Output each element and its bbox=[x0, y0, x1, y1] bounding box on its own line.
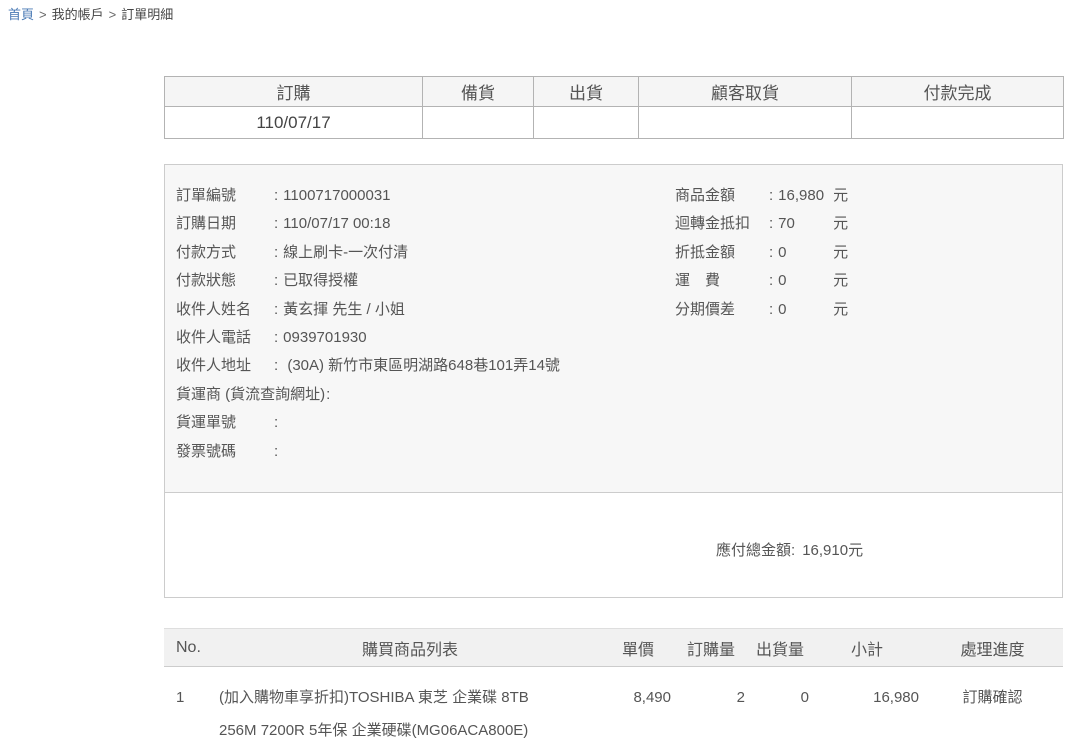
goods-amount-value: 16,980 bbox=[778, 182, 833, 210]
payment-status-row: 付款狀態:已取得授權 bbox=[176, 267, 675, 295]
product-subtotal: 16,980 bbox=[812, 667, 922, 742]
status-shipped-date bbox=[534, 107, 639, 139]
breadcrumb: 首頁 > 我的帳戶 > 訂單明細 bbox=[0, 0, 1075, 23]
shipping-fee-value: 0 bbox=[778, 267, 833, 295]
column-header-subtotal: 小計 bbox=[812, 629, 922, 667]
order-number-row: 訂單編號:1100717000031 bbox=[176, 182, 675, 210]
product-table-header-row: No. 購買商品列表 單價 訂購量 出貨量 小計 處理進度 bbox=[164, 629, 1063, 667]
recipient-address-value: (30A) 新竹市東區明湖路648巷101弄14號 bbox=[283, 357, 560, 374]
product-table: No. 購買商品列表 單價 訂購量 出貨量 小計 處理進度 1 (加入購物車享折… bbox=[164, 628, 1063, 742]
field-label: 收件人電話 bbox=[176, 324, 273, 352]
field-label: 收件人地址 bbox=[176, 352, 273, 380]
status-ordered-date: 110/07/17 bbox=[165, 107, 423, 139]
payment-method-row: 付款方式:線上刷卡-一次付清 bbox=[176, 239, 675, 267]
breadcrumb-item-order-detail: 訂單明細 bbox=[121, 7, 173, 22]
order-details-main: 訂單編號:1100717000031 訂購日期:110/07/17 00:18 … bbox=[165, 165, 1062, 492]
field-label: 付款狀態 bbox=[176, 267, 273, 295]
column-header-product-list: 購買商品列表 bbox=[218, 629, 602, 667]
order-date-row: 訂購日期:110/07/17 00:18 bbox=[176, 210, 675, 238]
field-label: 訂單編號 bbox=[176, 182, 273, 210]
recipient-name-value: 黃玄揮 先生 / 小姐 bbox=[283, 301, 405, 318]
installment-difference-row: 分期價差:0元 bbox=[675, 296, 1052, 324]
main-content: 訂購 備貨 出貨 顧客取貨 付款完成 110/07/17 訂單編號:110071… bbox=[164, 76, 1063, 742]
status-header-ordered: 訂購 bbox=[165, 77, 423, 107]
product-row-number: 1 bbox=[164, 667, 218, 742]
column-header-status: 處理進度 bbox=[922, 629, 1063, 667]
currency-unit: 元 bbox=[833, 187, 848, 204]
recipient-phone-value: 0939701930 bbox=[283, 329, 366, 346]
product-name-line2: 256M 7200R 5年保 企業硬碟(MG06ACA800E) bbox=[219, 714, 601, 742]
column-header-unit-price: 單價 bbox=[602, 629, 674, 667]
status-header-paid: 付款完成 bbox=[852, 77, 1064, 107]
product-unit-price: 8,490 bbox=[602, 667, 674, 742]
currency-unit: 元 bbox=[833, 244, 848, 261]
breadcrumb-home-link[interactable]: 首頁 bbox=[8, 7, 34, 22]
total-due-value: 16,910元 bbox=[802, 542, 863, 559]
field-label: 運 費 bbox=[675, 267, 768, 295]
order-date-value: 110/07/17 00:18 bbox=[283, 215, 390, 232]
discount-amount-row: 折抵金額:0元 bbox=[675, 239, 1052, 267]
status-header-pickup: 顧客取貨 bbox=[639, 77, 852, 107]
payment-status-value: 已取得授權 bbox=[283, 272, 358, 289]
total-due-section: 應付總金額:16,910元 bbox=[165, 492, 1062, 597]
field-label: 訂購日期 bbox=[176, 210, 273, 238]
total-due-label: 應付總金額 bbox=[716, 542, 791, 559]
status-preparing-date bbox=[423, 107, 534, 139]
shipping-fee-row: 運 費:0元 bbox=[675, 267, 1052, 295]
field-label: 收件人姓名 bbox=[176, 296, 273, 324]
status-header-shipped: 出貨 bbox=[534, 77, 639, 107]
currency-unit: 元 bbox=[833, 272, 848, 289]
breadcrumb-separator: > bbox=[109, 7, 117, 22]
rebate-deduction-value: 70 bbox=[778, 210, 833, 238]
field-label: 分期價差 bbox=[675, 296, 768, 324]
field-label: 付款方式 bbox=[176, 239, 273, 267]
product-ship-qty: 0 bbox=[748, 667, 812, 742]
breadcrumb-item-account[interactable]: 我的帳戶 bbox=[52, 7, 104, 22]
field-label: 貨運單號 bbox=[176, 409, 273, 437]
field-label: 發票號碼 bbox=[176, 438, 273, 466]
order-details-right-column: 商品金額:16,980元 迴轉金抵扣:70元 折抵金額:0元 運 費:0元 分期… bbox=[675, 182, 1052, 461]
status-value-row: 110/07/17 bbox=[165, 107, 1064, 139]
field-label: 商品金額 bbox=[675, 182, 768, 210]
breadcrumb-separator: > bbox=[39, 7, 47, 22]
product-order-qty: 2 bbox=[674, 667, 748, 742]
product-name-line1: (加入購物車享折扣)TOSHIBA 東芝 企業碟 8TB bbox=[219, 681, 601, 714]
goods-amount-row: 商品金額:16,980元 bbox=[675, 182, 1052, 210]
recipient-phone-row: 收件人電話:0939701930 bbox=[176, 324, 675, 352]
status-header-row: 訂購 備貨 出貨 顧客取貨 付款完成 bbox=[165, 77, 1064, 107]
order-details-left-column: 訂單編號:1100717000031 訂購日期:110/07/17 00:18 … bbox=[176, 182, 675, 461]
recipient-address-row: 收件人地址: (30A) 新竹市東區明湖路648巷101弄14號 bbox=[176, 352, 675, 380]
currency-unit: 元 bbox=[833, 301, 848, 318]
tracking-number-row: 貨運單號: bbox=[176, 409, 675, 437]
column-header-ship-qty: 出貨量 bbox=[748, 629, 812, 667]
product-process-status: 訂購確認 bbox=[922, 667, 1063, 742]
order-status-table: 訂購 備貨 出貨 顧客取貨 付款完成 110/07/17 bbox=[164, 76, 1064, 139]
field-label: 折抵金額 bbox=[675, 239, 768, 267]
order-details-box: 訂單編號:1100717000031 訂購日期:110/07/17 00:18 … bbox=[164, 164, 1063, 598]
column-header-no: No. bbox=[164, 629, 218, 667]
field-label: 迴轉金抵扣 bbox=[675, 210, 768, 238]
invoice-number-row: 發票號碼: bbox=[176, 438, 675, 466]
order-number-value: 1100717000031 bbox=[283, 187, 390, 204]
installment-difference-value: 0 bbox=[778, 296, 833, 324]
discount-amount-value: 0 bbox=[778, 239, 833, 267]
field-label: 貨運商 (貨流查詢網址) bbox=[176, 381, 325, 409]
payment-method-value: 線上刷卡-一次付清 bbox=[283, 244, 408, 261]
recipient-name-row: 收件人姓名:黃玄揮 先生 / 小姐 bbox=[176, 296, 675, 324]
status-pickup-date bbox=[639, 107, 852, 139]
product-name: (加入購物車享折扣)TOSHIBA 東芝 企業碟 8TB 256M 7200R … bbox=[218, 667, 602, 742]
rebate-deduction-row: 迴轉金抵扣:70元 bbox=[675, 210, 1052, 238]
product-row: 1 (加入購物車享折扣)TOSHIBA 東芝 企業碟 8TB 256M 7200… bbox=[164, 667, 1063, 742]
column-header-order-qty: 訂購量 bbox=[674, 629, 748, 667]
status-paid-date bbox=[852, 107, 1064, 139]
carrier-row: 貨運商 (貨流查詢網址): bbox=[176, 381, 675, 409]
currency-unit: 元 bbox=[833, 215, 848, 232]
status-header-preparing: 備貨 bbox=[423, 77, 534, 107]
